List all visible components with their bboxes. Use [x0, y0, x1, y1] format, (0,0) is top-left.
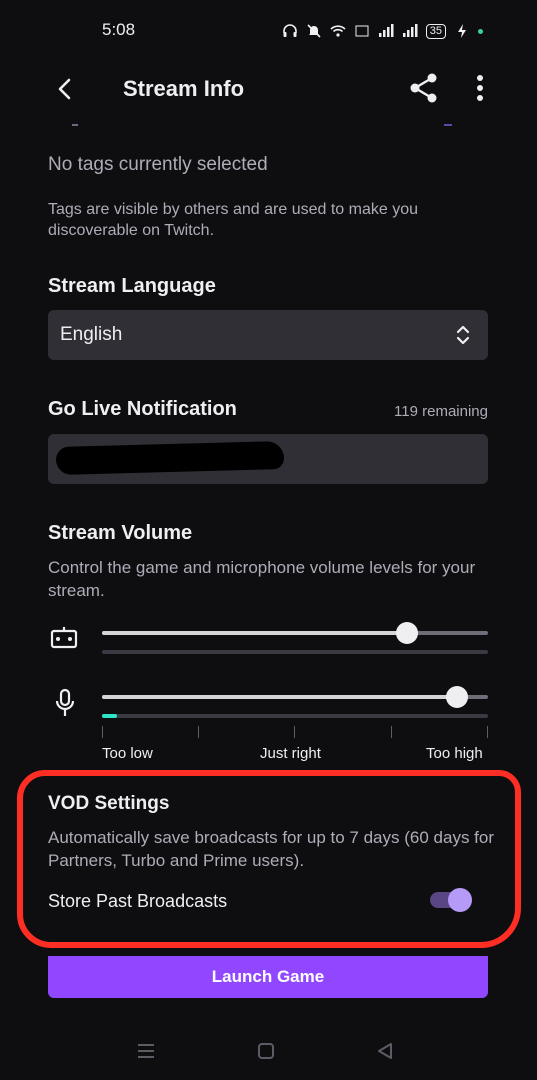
tags-help-text: Tags are visible by others and are used … [48, 201, 418, 239]
language-select-value: English [60, 324, 123, 345]
stream-language-title: Stream Language [48, 275, 216, 297]
game-volume-fill [102, 631, 407, 635]
mic-volume-slider[interactable] [102, 686, 488, 708]
recents-menu-icon[interactable] [135, 1040, 157, 1062]
game-controller-icon [50, 627, 78, 649]
mic-volume-thumb[interactable] [446, 686, 469, 708]
headphones-icon [282, 24, 297, 37]
back-triangle-icon[interactable] [374, 1040, 396, 1062]
signal-icon [378, 24, 394, 37]
tags-empty-text: No tags currently selected [48, 154, 268, 175]
scale-tick [294, 726, 295, 738]
microphone-icon [55, 688, 75, 716]
status-time: 5:08 [102, 20, 136, 39]
share-button[interactable] [406, 70, 442, 106]
signal-icon [402, 24, 418, 37]
scroll-remnant [444, 124, 452, 126]
more-options-button[interactable] [466, 70, 494, 106]
share-icon [410, 73, 437, 103]
chevron-up-down-icon [456, 325, 470, 345]
scale-tick [391, 726, 392, 738]
scale-label-low: Too low [102, 745, 153, 762]
scroll-remnant [72, 124, 78, 126]
notification-dot [478, 28, 483, 34]
remaining-count: 119 remaining [394, 403, 488, 420]
mute-icon [307, 24, 321, 38]
wifi-icon [330, 25, 346, 37]
volte-icon [355, 25, 369, 37]
scale-label-high: Too high [426, 745, 483, 762]
mic-level-meter [102, 714, 488, 718]
go-live-title: Go Live Notification [48, 398, 237, 420]
page-title: Stream Info [123, 76, 245, 101]
back-button[interactable] [48, 72, 82, 106]
battery-icon: 35 [425, 23, 446, 39]
home-square-icon[interactable] [255, 1040, 277, 1062]
status-icons: 35 [282, 20, 483, 42]
charging-icon [458, 24, 466, 38]
more-vertical-icon [477, 75, 483, 101]
redaction-mark [55, 441, 285, 475]
mic-level-fill [102, 714, 118, 718]
scale-tick [487, 726, 488, 738]
stream-volume-description: Control the game and microphone volume l… [48, 558, 476, 600]
scale-label-right: Just right [260, 745, 321, 762]
launch-game-button[interactable]: Launch Game [48, 956, 488, 998]
highlight-outline [17, 770, 521, 948]
language-select[interactable]: English [48, 310, 488, 360]
scale-tick [198, 726, 199, 738]
mic-volume-fill [102, 695, 458, 699]
game-level-meter [102, 650, 488, 654]
scale-tick [102, 726, 103, 738]
chevron-left-icon [58, 78, 71, 100]
game-volume-slider[interactable] [102, 622, 488, 644]
stream-volume-title: Stream Volume [48, 522, 193, 544]
game-volume-thumb[interactable] [395, 622, 418, 644]
